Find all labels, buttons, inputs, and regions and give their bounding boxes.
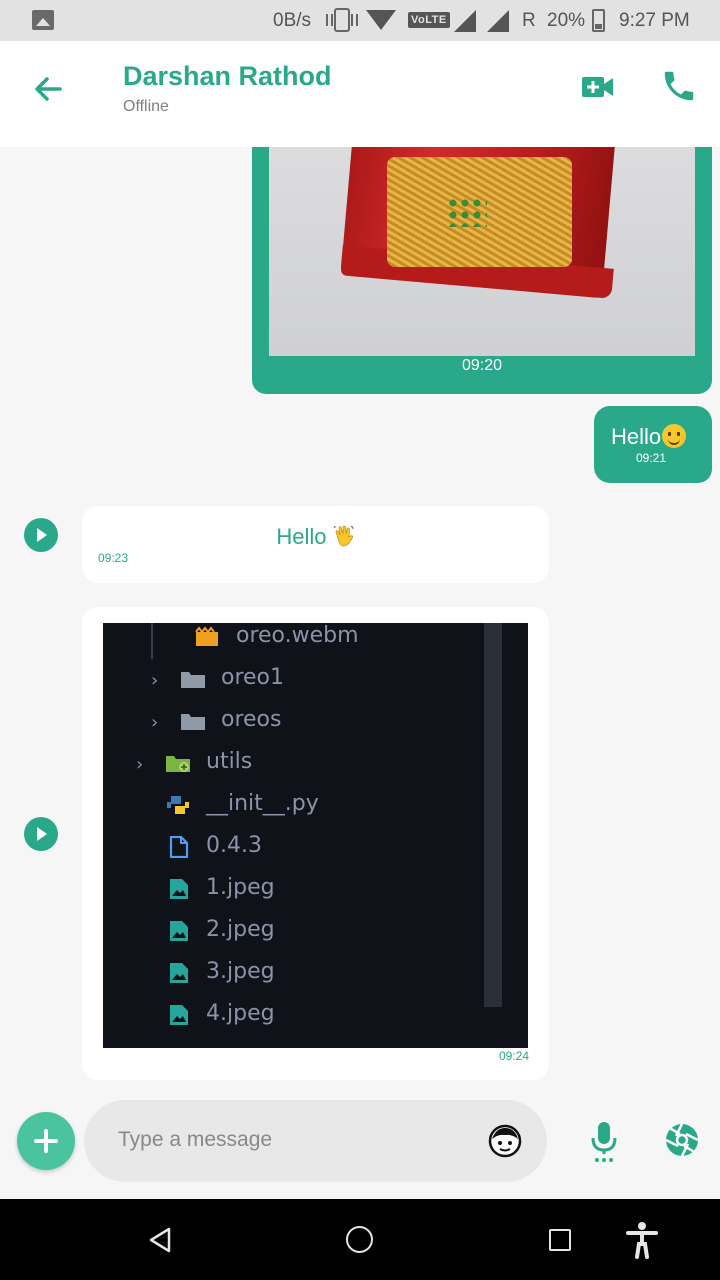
- tree-row: › oreos: [103, 703, 528, 745]
- tree-label: utils: [206, 749, 253, 774]
- received-image-message[interactable]: oreo.webm › oreo1 › oreos › utils __init…: [82, 607, 549, 1080]
- file-tree-screenshot[interactable]: oreo.webm › oreo1 › oreos › utils __init…: [103, 623, 528, 1048]
- system-nav-bar: [0, 1199, 720, 1280]
- image-file-icon: [170, 921, 188, 941]
- tree-row: 1.jpeg: [103, 871, 528, 913]
- received-text-message[interactable]: Hello 09:23: [82, 506, 549, 583]
- tree-row: 0.4.3: [103, 829, 528, 871]
- signal-icon: [454, 10, 476, 32]
- tree-label: 1.jpeg: [206, 875, 275, 900]
- folder-icon: [181, 714, 205, 730]
- tree-row: __init__.py: [103, 787, 528, 829]
- message-text-row: Hello: [611, 424, 687, 450]
- message-input[interactable]: Type a message: [84, 1100, 547, 1182]
- waving-hand-emoji-icon: [333, 525, 354, 547]
- tree-row: oreo.webm: [103, 623, 528, 661]
- tree-label: oreo.webm: [236, 623, 359, 648]
- noodle-package-photo[interactable]: [269, 147, 695, 356]
- folder-icon: [181, 672, 205, 688]
- battery-percent: 20%: [547, 10, 586, 31]
- microphone-icon[interactable]: [589, 1120, 619, 1164]
- image-file-icon: [170, 1005, 188, 1025]
- file-icon: [169, 836, 189, 858]
- sent-text-message[interactable]: Hello 09:21: [594, 406, 712, 483]
- chevron-right-icon: ›: [151, 712, 159, 733]
- clock: 9:27 PM: [619, 10, 690, 31]
- play-audio-icon[interactable]: [24, 817, 58, 851]
- message-text-row: Hello: [82, 524, 549, 550]
- roaming-indicator: R: [522, 10, 536, 31]
- video-call-icon[interactable]: [580, 69, 616, 105]
- tree-label: 4.jpeg: [206, 1001, 275, 1026]
- python-file-icon: [167, 796, 189, 814]
- tree-row: 3.jpeg: [103, 955, 528, 997]
- volte-badge: VoLTE: [408, 12, 450, 28]
- image-file-icon: [170, 879, 188, 899]
- message-time: 09:24: [499, 1049, 530, 1063]
- message-time: 09:20: [461, 357, 503, 374]
- tree-row: › oreo1: [103, 661, 528, 703]
- emoji-picker-icon[interactable]: [488, 1124, 522, 1158]
- contact-name[interactable]: Darshan Rathod: [123, 61, 332, 92]
- tree-label: 2.jpeg: [206, 917, 275, 942]
- tree-label: oreos: [221, 707, 282, 732]
- message-text: Hello: [611, 424, 662, 449]
- camera-shutter-icon[interactable]: [664, 1122, 700, 1158]
- gallery-notification-icon: [32, 10, 54, 30]
- wifi-icon: [366, 10, 396, 30]
- message-text: Hello: [276, 524, 327, 549]
- folder-icon: [166, 756, 190, 772]
- message-time: 09:23: [98, 551, 129, 565]
- video-file-icon: [195, 626, 218, 646]
- tree-label: 0.4.3: [206, 833, 262, 858]
- message-time: 09:21: [636, 451, 667, 465]
- tree-label: oreo1: [221, 665, 285, 690]
- back-arrow-icon[interactable]: [28, 69, 68, 109]
- nav-recents-icon[interactable]: [549, 1229, 571, 1251]
- tree-label: __init__.py: [206, 791, 319, 816]
- add-attachment-button[interactable]: [17, 1112, 75, 1170]
- chevron-right-icon: ›: [136, 754, 144, 775]
- sent-image-message[interactable]: 09:20: [252, 147, 712, 394]
- play-audio-icon[interactable]: [24, 518, 58, 552]
- accessibility-icon[interactable]: [625, 1221, 659, 1259]
- presence-status: Offline: [123, 98, 169, 115]
- message-input-placeholder[interactable]: Type a message: [118, 1128, 272, 1152]
- noodle-illustration: [387, 157, 572, 267]
- tree-row: › utils: [103, 745, 528, 787]
- chevron-right-icon: ›: [151, 670, 159, 691]
- tree-row: 2.jpeg: [103, 913, 528, 955]
- tree-label: 3.jpeg: [206, 959, 275, 984]
- battery-icon: [592, 9, 605, 32]
- network-speed: 0B/s: [273, 10, 312, 31]
- image-file-icon: [170, 963, 188, 983]
- chat-header: Darshan Rathod Offline: [0, 41, 720, 147]
- nav-back-icon[interactable]: [147, 1226, 173, 1254]
- smiling-face-emoji-icon: [662, 424, 687, 448]
- tree-row: 4.jpeg: [103, 997, 528, 1039]
- vibrate-icon: [326, 8, 358, 32]
- status-bar: 0B/s VoLTE R 20% 9:27 PM: [0, 0, 720, 41]
- nav-home-icon[interactable]: [346, 1226, 373, 1253]
- phone-call-icon[interactable]: [660, 67, 698, 105]
- signal-icon: [487, 10, 509, 32]
